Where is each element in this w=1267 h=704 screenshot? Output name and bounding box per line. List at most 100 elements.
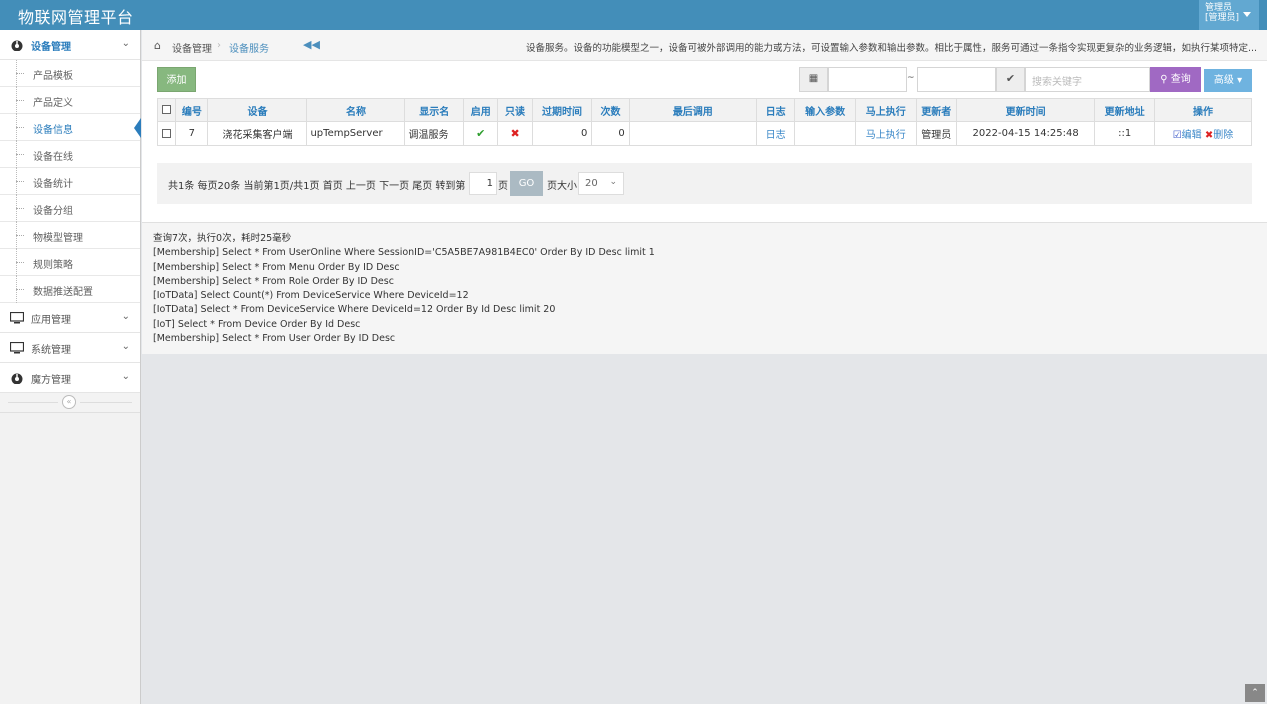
sidebar-collapse-bar: « [0,393,140,413]
cell-last-call [628,121,757,146]
caret-down-icon [1243,12,1251,17]
sidebar-group-label: 魔方管理 [31,375,71,386]
user-menu[interactable]: 管理员 [管理员] [1199,0,1259,30]
end-date-input[interactable] [917,67,996,92]
sidebar-item-device-info[interactable]: 设备信息 [0,114,141,141]
cell-execute: 马上执行 [854,121,917,146]
log-line: [IoTData] Select Count(*) From DeviceSer… [153,290,469,302]
chevron-down-icon: ⌄ [609,177,617,187]
check-icon[interactable]: ✔ [996,67,1025,92]
table-header-row: 编号 设备 名称 显示名 启用 只读 过期时间 次数 最后调用 日志 输入参数 … [156,98,1253,122]
app-title[interactable]: 物联网管理平台 [18,4,134,28]
page-description: 设备服务。设备的功能模型之一，设备可被外部调用的能力或方法，可设置输入参数和输出… [525,43,1257,54]
breadcrumb: ⌂ 设备管理 › 设备服务 ◀◀ 设备服务。设备的功能模型之一，设备可被外部调用… [142,30,1267,61]
search-input[interactable]: 搜索关键字 [1025,67,1150,92]
log-line: [IoTData] Select * From DeviceService Wh… [153,304,556,316]
chevron-down-icon: ⌄ [121,311,130,322]
sidebar-group-magic[interactable]: 魔方管理 ⌄ [0,363,140,393]
edit-icon: ☑ [1172,130,1182,141]
log-line: [IoT] Select * From Device Order By Id D… [153,318,361,330]
dashboard-icon [11,40,23,51]
col-header-enabled[interactable]: 启用 [463,98,499,122]
col-header-device[interactable]: 设备 [207,98,308,122]
go-button[interactable]: GO [510,171,543,196]
sidebar-group-device[interactable]: 设备管理 ⌄ [0,30,140,60]
breadcrumb-current[interactable]: 设备服务 [229,40,269,55]
cell-id: 7 [175,121,209,146]
delete-button[interactable]: ✖删除 [1205,130,1233,141]
collapse-sidebar-icon[interactable]: « [62,395,76,409]
add-button[interactable]: 添加 [157,67,196,92]
service-table: 编号 设备 名称 显示名 启用 只读 过期时间 次数 最后调用 日志 输入参数 … [156,98,1253,146]
advanced-button[interactable]: 高级 ▾ [1204,69,1252,92]
back-icon[interactable]: ◀◀ [303,38,320,51]
execute-link[interactable]: 马上执行 [866,130,906,141]
col-header-actions: 操作 [1153,98,1253,122]
table-row: 7 浇花采集客户端 upTempServer 调温服务 ✔ ✖ 0 0 日志 马… [156,121,1253,146]
sidebar-item-device-online[interactable]: 设备在线 [0,141,140,168]
sidebar-item-device-stats[interactable]: 设备统计 [0,168,140,195]
col-header-id[interactable]: 编号 [175,98,209,122]
chevron-down-icon: ⌄ [121,371,130,382]
col-header-updater[interactable]: 更新者 [915,98,957,122]
query-label: 查询 [1170,74,1191,85]
col-header-log[interactable]: 日志 [755,98,796,122]
sidebar-item-device-group[interactable]: 设备分组 [0,195,140,222]
sidebar-group-app[interactable]: 应用管理 ⌄ [0,303,140,333]
page-size-select[interactable]: 20 ⌄ [578,172,624,195]
select-all-checkbox[interactable] [156,98,177,122]
breadcrumb-parent[interactable]: 设备管理 [172,40,212,55]
sidebar-item-thing-model[interactable]: 物模型管理 [0,222,140,249]
sidebar-item-rules[interactable]: 规则策略 [0,249,140,276]
page-size-label: 页大小 [547,181,577,192]
check-icon: ✔ [476,127,486,140]
col-header-count[interactable]: 次数 [591,98,630,122]
pagination: 共1条 每页20条 当前第1页/共1页 首页 上一页 下一页 尾页 转到第 1 … [157,163,1252,204]
sidebar-group-label: 应用管理 [31,315,71,326]
page-size-value: 20 [585,178,598,189]
log-line: [Membership] Select * From UserOnline Wh… [153,247,655,259]
cell-device: 浇花采集客户端 [207,121,308,146]
desktop-icon [10,312,24,324]
col-header-display-name[interactable]: 显示名 [404,98,465,122]
col-header-name[interactable]: 名称 [306,98,406,122]
log-link[interactable]: 日志 [766,130,786,141]
main-content: ⌂ 设备管理 › 设备服务 ◀◀ 设备服务。设备的功能模型之一，设备可被外部调用… [142,30,1267,704]
col-header-last-call[interactable]: 最后调用 [628,98,757,122]
sidebar-item-data-push[interactable]: 数据推送配置 [0,276,140,303]
cell-name: upTempServer [306,121,406,146]
chevron-down-icon: ⌄ [121,341,130,352]
cell-readonly: ✖ [497,121,533,146]
scroll-top-icon[interactable]: ⌃ [1245,684,1265,702]
sidebar-group-system[interactable]: 系统管理 ⌄ [0,333,140,363]
page-number-input[interactable]: 1 [469,172,497,195]
cell-update-ip: ::1 [1094,121,1155,146]
sidebar-item-product-template[interactable]: 产品模板 [0,60,140,87]
log-line: [Membership] Select * From Role Order By… [153,275,394,287]
log-line: 查询7次，执行0次，耗时25毫秒 [153,233,292,244]
query-button[interactable]: ⚲ 查询 [1150,67,1201,92]
col-header-update-ip[interactable]: 更新地址 [1094,98,1155,122]
sql-log: 查询7次，执行0次，耗时25毫秒 [Membership] Select * F… [142,222,1267,354]
col-header-update-time[interactable]: 更新时间 [955,98,1096,122]
calendar-icon[interactable]: ▦ [799,67,828,92]
col-header-input-params[interactable]: 输入参数 [794,98,856,122]
search-icon: ⚲ [1160,74,1168,85]
cross-icon: ✖ [510,127,520,140]
edit-button[interactable]: ☑编辑 [1173,130,1202,141]
cell-actions: ☑编辑 ✖删除 [1153,121,1253,146]
top-navbar: 物联网管理平台 管理员 [管理员] [0,0,1267,30]
delete-label: 删除 [1213,130,1234,141]
col-header-readonly[interactable]: 只读 [497,98,533,122]
log-line: [Membership] Select * From Menu Order By… [153,261,400,273]
sidebar-group-label: 系统管理 [31,345,71,356]
col-header-expire[interactable]: 过期时间 [531,98,593,122]
col-header-execute[interactable]: 马上执行 [854,98,917,122]
chevron-down-icon: ⌄ [121,38,130,49]
home-icon[interactable]: ⌂ [154,39,161,52]
start-date-input[interactable] [828,67,907,92]
sidebar: 设备管理 ⌄ 产品模板 产品定义 设备信息 设备在线 设备统计 设备分组 物模型… [0,30,141,704]
row-checkbox[interactable] [156,121,177,146]
content-panel: 添加 ▦ ~ ✔ 搜索关键字 ⚲ 查询 高级 ▾ 编号 设备 名称 显示名 启用 [142,61,1267,222]
sidebar-item-product-definition[interactable]: 产品定义 [0,87,140,114]
